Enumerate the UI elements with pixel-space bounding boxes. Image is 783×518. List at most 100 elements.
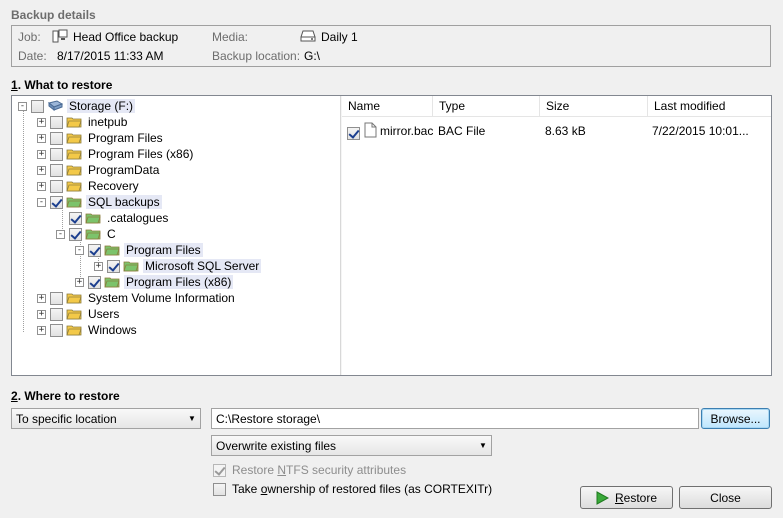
- job-value: Head Office backup: [73, 30, 179, 44]
- folder-green-icon: [66, 196, 82, 208]
- overwrite-mode-select[interactable]: Overwrite existing files ▼: [211, 435, 492, 456]
- tree-item[interactable]: + Program Files (x86): [75, 274, 234, 290]
- tree-item[interactable]: + System Volume Information: [37, 290, 237, 306]
- expand-icon[interactable]: +: [37, 181, 46, 191]
- tree-item-label: Program Files: [88, 131, 163, 145]
- what-to-restore-title-text: . What to restore: [17, 78, 113, 92]
- file-list[interactable]: Name Type Size Last modified mirror.bac …: [342, 96, 771, 375]
- expand-icon[interactable]: +: [94, 261, 103, 271]
- tree-item-checkbox[interactable]: [50, 115, 63, 129]
- media-label: Media:: [212, 30, 249, 44]
- chevron-down-icon: ▼: [188, 414, 196, 423]
- tree-item[interactable]: + Windows: [37, 322, 139, 338]
- backup-details-box: Job: Head Office backup Date: 8/17/2015 …: [11, 25, 771, 67]
- folder-green-icon: [85, 228, 101, 240]
- computer-icon: [52, 29, 68, 47]
- file-type: BAC File: [438, 124, 486, 138]
- collapse-icon[interactable]: -: [37, 197, 46, 207]
- tree-item-label: .catalogues: [107, 211, 169, 225]
- tree-item[interactable]: + Program Files (x86): [37, 146, 195, 162]
- restore-button-label: Restore: [614, 490, 658, 505]
- file-name: mirror.bac: [380, 124, 434, 138]
- tree-item-checkbox[interactable]: [50, 179, 63, 193]
- file-size: 8.63 kB: [545, 124, 586, 138]
- tree-item-checkbox[interactable]: [50, 323, 63, 337]
- column-size[interactable]: Size: [540, 96, 648, 117]
- file-icon: [364, 122, 377, 141]
- tree-item-label: Recovery: [88, 179, 139, 193]
- column-type[interactable]: Type: [433, 96, 540, 117]
- tree-item-checkbox[interactable]: [50, 147, 63, 161]
- tree-item-label: Windows: [88, 323, 137, 337]
- tree-item-checkbox[interactable]: [31, 99, 44, 113]
- browse-button[interactable]: Browse...: [701, 408, 770, 429]
- drive-icon: [300, 29, 316, 46]
- close-button[interactable]: Close: [679, 486, 772, 509]
- tree-item-checkbox[interactable]: [50, 291, 63, 305]
- tree-item-label: Microsoft SQL Server: [143, 259, 262, 273]
- restore-button[interactable]: Restore: [580, 486, 673, 509]
- ownership-option[interactable]: Take ownership of restored files (as COR…: [213, 482, 492, 496]
- tree-item-checkbox[interactable]: [107, 259, 120, 273]
- backup-location-value: G:\: [304, 49, 321, 63]
- tree-item[interactable]: - Program Files: [75, 242, 203, 258]
- chevron-down-icon: ▼: [479, 441, 487, 450]
- tree-item-checkbox[interactable]: [50, 163, 63, 177]
- location-mode-value: To specific location: [16, 411, 117, 426]
- expand-icon[interactable]: +: [37, 165, 46, 175]
- folder-icon: [66, 324, 82, 336]
- tree-item[interactable]: + Recovery: [37, 178, 141, 194]
- collapse-icon[interactable]: -: [56, 229, 65, 239]
- tree-item-checkbox[interactable]: [69, 227, 82, 241]
- ntfs-checkbox[interactable]: [213, 463, 226, 477]
- folder-green-icon: [104, 244, 120, 256]
- expand-icon[interactable]: +: [37, 309, 46, 319]
- collapse-icon[interactable]: -: [75, 245, 84, 255]
- expand-icon[interactable]: +: [75, 277, 84, 287]
- expand-icon[interactable]: +: [37, 325, 46, 335]
- folder-icon: [66, 148, 82, 160]
- tree-item-label: Storage (F:): [67, 99, 136, 113]
- what-to-restore-title-key: 1: [11, 78, 18, 92]
- expand-icon[interactable]: +: [37, 149, 46, 159]
- expand-icon[interactable]: +: [37, 117, 46, 127]
- tree-item[interactable]: + Users: [37, 306, 121, 322]
- ownership-checkbox[interactable]: [213, 482, 226, 496]
- column-name[interactable]: Name: [342, 96, 433, 117]
- restore-path-input[interactable]: C:\Restore storage\: [211, 408, 699, 429]
- expand-icon[interactable]: +: [37, 133, 46, 143]
- date-value: 8/17/2015 11:33 AM: [57, 49, 164, 63]
- file-checkbox[interactable]: [347, 126, 360, 140]
- tree-item-label: inetpub: [88, 115, 128, 129]
- ntfs-option[interactable]: Restore NTFS security attributes: [213, 463, 406, 477]
- tree-item-checkbox[interactable]: [50, 131, 63, 145]
- tree-item-checkbox[interactable]: [88, 243, 101, 257]
- file-row[interactable]: mirror.bac BAC File 8.63 kB 7/22/2015 10…: [342, 122, 749, 140]
- tree-item[interactable]: -C: [56, 226, 118, 242]
- tree-item-label: Program Files (x86): [88, 147, 194, 161]
- browse-button-label: Browse...: [710, 411, 761, 426]
- tree-item[interactable]: + Program Files: [37, 130, 165, 146]
- expand-icon[interactable]: +: [37, 293, 46, 303]
- tree-item[interactable]: + inetpub: [37, 114, 129, 130]
- tree-item-checkbox[interactable]: [88, 275, 101, 289]
- tree-item-checkbox[interactable]: [50, 307, 63, 321]
- tree-item[interactable]: - SQL backups: [37, 194, 162, 210]
- column-last-modified[interactable]: Last modified: [648, 96, 758, 117]
- location-mode-select[interactable]: To specific location ▼: [11, 408, 201, 429]
- tree-item-label: ProgramData: [88, 163, 160, 177]
- restore-path-value: C:\Restore storage\: [216, 411, 321, 426]
- tree-item[interactable]: - Storage (F:): [18, 98, 136, 114]
- collapse-icon[interactable]: -: [18, 101, 27, 111]
- tree-item-checkbox[interactable]: [69, 211, 82, 225]
- tree-item[interactable]: + ProgramData: [37, 162, 161, 178]
- backup-location-label: Backup location:: [212, 49, 301, 63]
- folder-icon: [66, 292, 82, 304]
- tree-item-checkbox[interactable]: [50, 195, 63, 209]
- tree-item-label: C: [107, 227, 116, 241]
- media-value: Daily 1: [321, 30, 358, 44]
- tree-item[interactable]: + Microsoft SQL Server: [94, 258, 262, 274]
- tree-item[interactable]: .catalogues: [56, 210, 170, 226]
- folder-tree[interactable]: - Storage (F:) + inetpub + Program Files + Prog…: [12, 96, 340, 375]
- where-to-restore-title-text: . Where to restore: [17, 389, 120, 403]
